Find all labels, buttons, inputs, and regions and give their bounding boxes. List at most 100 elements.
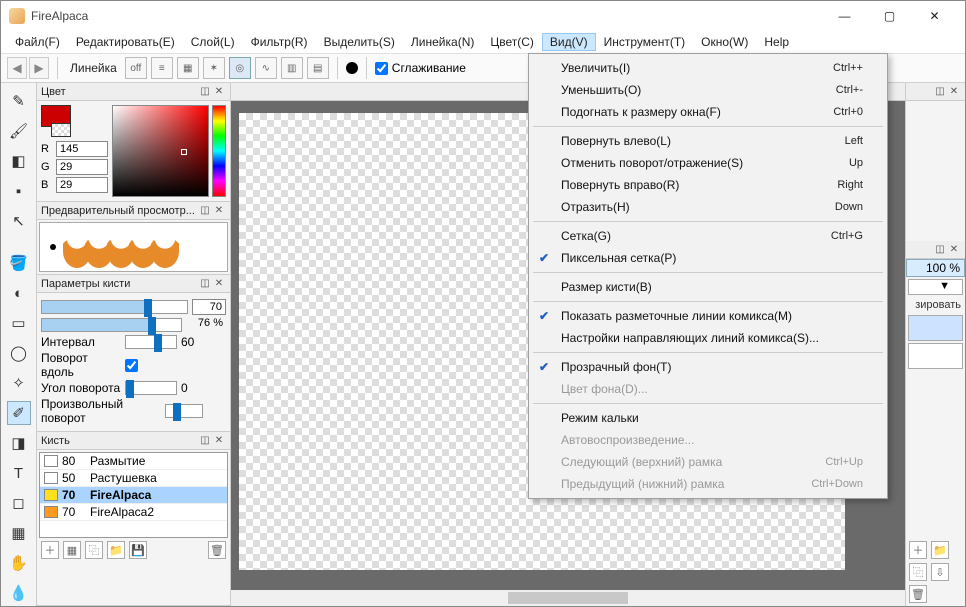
menu-item[interactable]: Цвет(C) — [482, 33, 542, 51]
rotate-along-checkbox[interactable] — [125, 359, 138, 372]
brush-list-item[interactable]: 80Размытие — [40, 453, 227, 470]
color-sv-picker[interactable] — [112, 105, 209, 197]
dropdown-unknown[interactable]: ▼ — [908, 279, 963, 295]
menu-item[interactable]: Окно(W) — [693, 33, 756, 51]
horizontal-scrollbar[interactable] — [231, 590, 905, 606]
menu-dropdown-item[interactable]: Отменить поворот/отражение(S)Up — [531, 152, 885, 174]
brush-list-item[interactable]: 50Растушевка — [40, 470, 227, 487]
menu-dropdown-item[interactable]: Размер кисти(B) — [531, 276, 885, 298]
brush-list-item[interactable]: 70FireAlpaca2 — [40, 504, 227, 521]
menu-dropdown-item[interactable]: Режим кальки — [531, 407, 885, 429]
minimize-button[interactable]: — — [822, 2, 867, 30]
brush-add-button[interactable]: ＋ — [41, 541, 59, 559]
brush-size-slider[interactable] — [41, 300, 188, 314]
panel-close-icon[interactable]: ✕ — [212, 85, 226, 99]
layer-merge-button[interactable]: ⇩ — [931, 563, 949, 581]
menu-item[interactable]: Вид(V) — [542, 33, 596, 51]
ruler-grid-icon[interactable]: ▦ — [177, 57, 199, 79]
b-input[interactable] — [56, 177, 108, 193]
panel-undock-icon[interactable]: ◫ — [198, 85, 212, 99]
rotation-slider[interactable] — [125, 381, 177, 395]
menu-dropdown-item[interactable]: Сетка(G)Ctrl+G — [531, 225, 885, 247]
menu-item[interactable]: Фильтр(R) — [243, 33, 316, 51]
menu-dropdown-item[interactable]: Повернуть влево(L)Left — [531, 130, 885, 152]
brush-list-item[interactable]: 70FireAlpaca — [40, 487, 227, 504]
layer-folder-button[interactable]: 📁 — [931, 541, 949, 559]
interval-slider[interactable] — [125, 335, 177, 349]
nav-forward-button[interactable]: ▶ — [29, 57, 49, 79]
brush-opacity-slider[interactable] — [41, 318, 182, 332]
layer-add-button[interactable]: ＋ — [909, 541, 927, 559]
shape-tool[interactable]: ◻ — [7, 491, 31, 515]
zoom-value[interactable]: 100 % — [906, 259, 965, 277]
smoothing-toggle[interactable]: Сглаживание — [375, 61, 466, 75]
dot-tool[interactable]: ▪ — [7, 179, 31, 203]
menu-dropdown-item[interactable]: Подогнать к размеру окна(F)Ctrl+0 — [531, 101, 885, 123]
menu-item[interactable]: Линейка(N) — [403, 33, 482, 51]
menu-dropdown-item[interactable]: Увеличить(I)Ctrl++ — [531, 57, 885, 79]
select-rect-tool[interactable]: ▭ — [7, 311, 31, 335]
ruler-concentric-icon[interactable]: ◎ — [229, 57, 251, 79]
text-tool[interactable]: T — [7, 461, 31, 485]
brush-folder-button[interactable]: 📁 — [107, 541, 125, 559]
menu-dropdown-item[interactable]: Уменьшить(O)Ctrl+- — [531, 79, 885, 101]
random-rot-slider[interactable] — [165, 404, 203, 418]
menu-item[interactable]: Редактировать(E) — [68, 33, 183, 51]
eyedropper-tool[interactable]: 💧 — [7, 581, 31, 605]
ruler-curve-icon[interactable]: ∿ — [255, 57, 277, 79]
panel-close-icon[interactable]: ✕ — [212, 277, 226, 291]
maximize-button[interactable]: ▢ — [867, 2, 912, 30]
smoothing-checkbox[interactable] — [375, 62, 388, 75]
select-eraser-tool[interactable]: ◨ — [7, 431, 31, 455]
frame-tool[interactable]: ▦ — [7, 521, 31, 545]
panel-undock-icon[interactable]: ◫ — [933, 85, 947, 99]
menu-item[interactable]: Файл(F) — [7, 33, 68, 51]
brush-duplicate-button[interactable]: ⿻ — [85, 541, 103, 559]
brush-size-value[interactable] — [192, 299, 226, 315]
brush-save-button[interactable]: 💾 — [129, 541, 147, 559]
panel-close-icon[interactable]: ✕ — [947, 243, 961, 257]
select-lasso-tool[interactable]: ◯ — [7, 341, 31, 365]
hue-slider[interactable] — [212, 105, 226, 197]
nav-back-button[interactable]: ◀ — [7, 57, 27, 79]
menu-dropdown-item[interactable]: Повернуть вправо(R)Right — [531, 174, 885, 196]
brush-list[interactable]: 80Размытие50Растушевка70FireAlpaca70Fire… — [39, 452, 228, 538]
menu-item[interactable]: Help — [756, 33, 797, 51]
ruler-off-button[interactable]: off — [125, 57, 147, 79]
move-tool[interactable]: ↖ — [7, 209, 31, 233]
panel-close-icon[interactable]: ✕ — [212, 204, 226, 218]
background-color-swatch[interactable] — [51, 123, 71, 137]
select-pen-tool[interactable]: ✐ — [7, 401, 31, 425]
brush-tool[interactable]: 🖌 — [7, 119, 31, 143]
panel-close-icon[interactable]: ✕ — [947, 85, 961, 99]
close-button[interactable]: ✕ — [912, 2, 957, 30]
gradient-tool[interactable]: ◐ — [7, 281, 31, 305]
layer-duplicate-button[interactable]: ⿻ — [909, 563, 927, 581]
layer-delete-button[interactable]: 🗑 — [909, 585, 927, 603]
ruler-parallel-icon[interactable]: ≡ — [151, 57, 173, 79]
layer-list[interactable] — [906, 313, 965, 538]
menu-item[interactable]: Инструмент(T) — [596, 33, 694, 51]
menu-dropdown-item[interactable]: ✔Пиксельная сетка(P) — [531, 247, 885, 269]
menu-dropdown-item[interactable]: ✔Прозрачный фон(T) — [531, 356, 885, 378]
panel-undock-icon[interactable]: ◫ — [933, 243, 947, 257]
menu-dropdown-item[interactable]: Отразить(H)Down — [531, 196, 885, 218]
ruler-vanish-icon[interactable]: ▥ — [281, 57, 303, 79]
bucket-tool[interactable]: 🪣 — [7, 251, 31, 275]
layer-row[interactable] — [908, 315, 963, 341]
panel-close-icon[interactable]: ✕ — [212, 434, 226, 448]
hand-tool[interactable]: ✋ — [7, 551, 31, 575]
magic-wand-tool[interactable]: ✧ — [7, 371, 31, 395]
menu-item[interactable]: Слой(L) — [183, 33, 243, 51]
ruler-perspective-icon[interactable]: ▤ — [307, 57, 329, 79]
menu-item[interactable]: Выделить(S) — [316, 33, 403, 51]
g-input[interactable] — [56, 159, 108, 175]
eraser-tool[interactable]: ◧ — [7, 149, 31, 173]
r-input[interactable] — [56, 141, 108, 157]
pencil-tool[interactable]: ✎ — [7, 89, 31, 113]
panel-undock-icon[interactable]: ◫ — [198, 434, 212, 448]
brush-delete-button[interactable]: 🗑 — [208, 541, 226, 559]
menu-dropdown-item[interactable]: Настройки направляющих линий комикса(S).… — [531, 327, 885, 349]
panel-undock-icon[interactable]: ◫ — [198, 204, 212, 218]
panel-undock-icon[interactable]: ◫ — [198, 277, 212, 291]
